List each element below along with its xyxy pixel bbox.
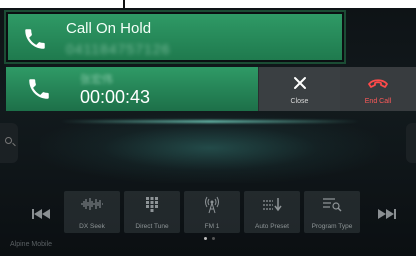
program-type-button[interactable]: Program Type xyxy=(304,191,360,233)
search-icon xyxy=(5,137,12,144)
page-indicator xyxy=(204,237,215,240)
hang-up-icon xyxy=(368,79,388,88)
preset-list-icon xyxy=(263,198,282,212)
brand-label: Alpine Mobile xyxy=(10,241,53,248)
control-label: Auto Preset xyxy=(255,223,289,230)
call-timer: 00:00:43 xyxy=(80,87,151,107)
hold-title: Call On Hold xyxy=(66,20,152,37)
keypad-icon xyxy=(146,197,158,212)
previous-track-icon xyxy=(32,209,50,219)
function-bar: DX Seek Direct Tune FM 1 Auto Preset Pro… xyxy=(64,191,360,233)
fm-band-button[interactable]: FM 1 xyxy=(184,191,240,233)
antenna-icon xyxy=(205,196,219,214)
background-glow xyxy=(40,113,380,183)
dx-seek-button[interactable]: DX Seek xyxy=(64,191,120,233)
phone-icon xyxy=(29,79,49,99)
caller-name: 张宏伟 xyxy=(80,74,113,86)
control-label: FM 1 xyxy=(204,223,220,230)
list-search-icon xyxy=(323,198,342,212)
close-icon xyxy=(293,77,306,89)
page-dot-active xyxy=(204,237,207,240)
control-label: Direct Tune xyxy=(135,223,169,230)
search-side-button[interactable] xyxy=(0,123,18,163)
end-call-label: End Call xyxy=(364,98,392,105)
end-call-button[interactable]: End Call xyxy=(340,67,416,111)
previous-track-button[interactable] xyxy=(32,208,56,222)
background-glow-line xyxy=(60,120,360,123)
next-track-icon xyxy=(378,209,396,219)
direct-tune-button[interactable]: Direct Tune xyxy=(124,191,180,233)
auto-preset-button[interactable]: Auto Preset xyxy=(244,191,300,233)
close-label: Close xyxy=(290,98,309,105)
close-button[interactable]: Close xyxy=(258,67,340,111)
control-label: DX Seek xyxy=(79,223,105,230)
page-dot xyxy=(212,237,215,240)
head-unit-screen: Call On Hold 041184757126 张宏伟 00:00:43 C… xyxy=(0,8,416,256)
next-track-button[interactable] xyxy=(378,208,402,222)
waveform-icon xyxy=(81,198,103,210)
phone-icon xyxy=(25,29,45,49)
hold-number: 041184757126 xyxy=(66,41,171,57)
side-tab-right[interactable] xyxy=(406,123,416,163)
call-on-hold-banner[interactable]: Call On Hold 041184757126 xyxy=(6,12,344,62)
control-label: Program Type xyxy=(311,223,353,230)
active-call-panel[interactable]: 张宏伟 00:00:43 xyxy=(6,67,258,111)
